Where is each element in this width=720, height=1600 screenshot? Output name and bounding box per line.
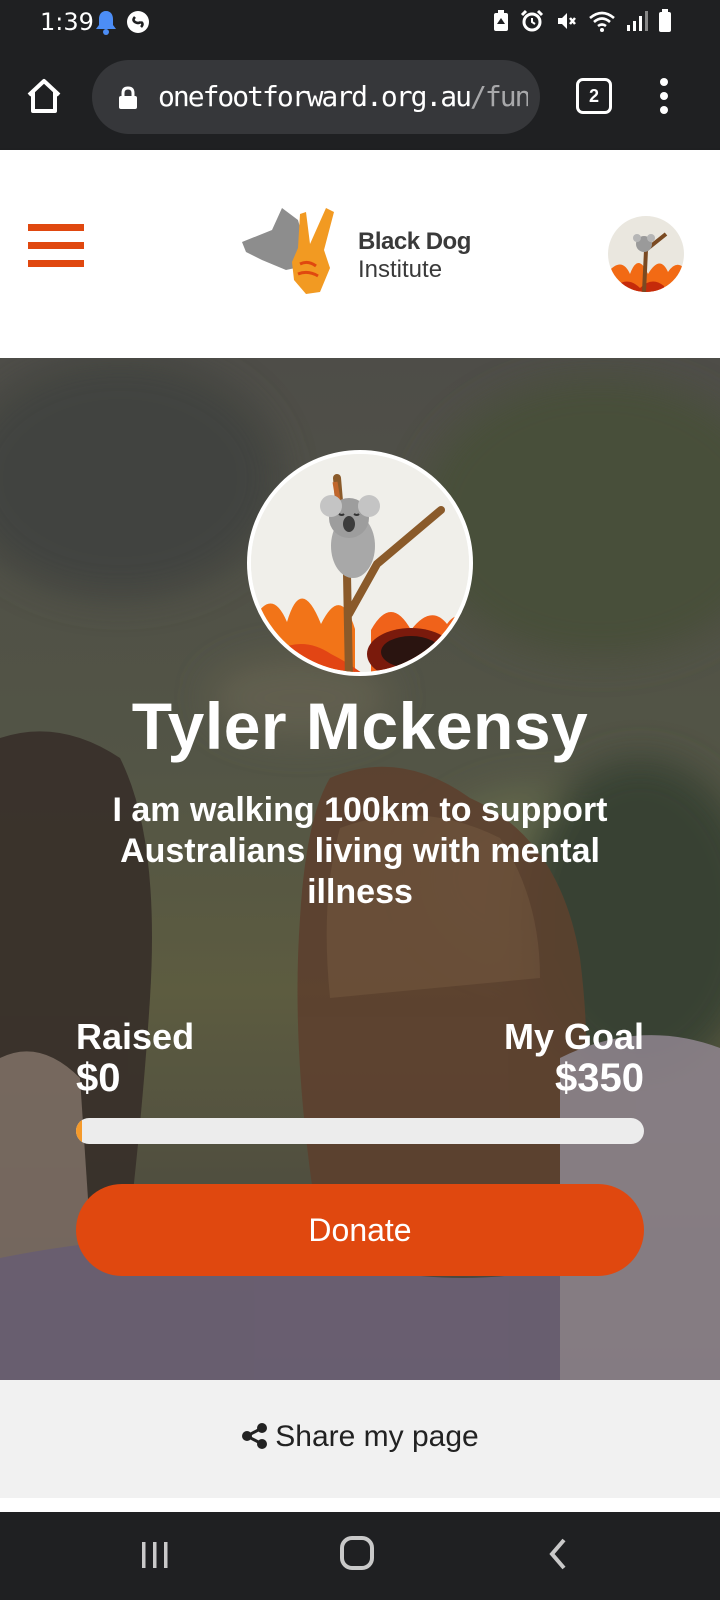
donate-button[interactable]: Donate — [76, 1184, 644, 1276]
black-dog-institute-logo[interactable]: Black Dog Institute — [242, 202, 482, 302]
share-bar: Share my page — [0, 1380, 720, 1498]
bell-icon — [96, 11, 116, 35]
status-time: 1:39 — [40, 8, 94, 36]
hamburger-menu-icon[interactable] — [28, 224, 84, 268]
share-icon — [242, 1423, 268, 1449]
tab-switcher-button[interactable]: 2 — [576, 78, 612, 114]
wifi-icon — [589, 11, 615, 32]
raised-amount: $0 — [76, 1056, 121, 1100]
goal-label: My Goal — [503, 1016, 644, 1057]
fundraising-progress-bar — [76, 1118, 644, 1144]
system-nav-bar — [0, 1512, 720, 1600]
url-path: /fund — [470, 80, 528, 113]
alarm-icon — [520, 9, 544, 32]
fundraiser-name: Tyler Mckensy — [131, 689, 589, 763]
address-bar[interactable]: onefootforward.org.au/fund — [92, 60, 540, 134]
page-footer-edge — [0, 1498, 720, 1512]
url-text: onefootforward.org.au/fund — [158, 80, 528, 113]
battery-saver-icon — [494, 10, 508, 31]
shazam-icon — [127, 11, 149, 33]
home-icon[interactable] — [24, 76, 64, 116]
logo-line-2: Institute — [358, 256, 443, 283]
dog-hand-logo-icon — [242, 208, 334, 294]
progress-fill — [76, 1118, 82, 1144]
logo-text: Black Dog Institute — [358, 228, 471, 284]
fundraiser-tagline: I am walking 100km to support Australian… — [112, 791, 608, 911]
goal-amount: $350 — [555, 1056, 644, 1100]
signal-icon — [627, 11, 648, 31]
mute-icon — [558, 13, 576, 29]
browser-toolbar: onefootforward.org.au/fund 2 — [0, 44, 720, 148]
overflow-menu-icon[interactable] — [658, 78, 670, 114]
status-right-icons — [492, 9, 672, 33]
back-icon[interactable] — [546, 1536, 570, 1572]
recent-apps-icon[interactable] — [140, 1538, 172, 1570]
home-nav-icon[interactable] — [340, 1536, 374, 1570]
share-label: Share my page — [275, 1420, 479, 1453]
status-left-icons — [94, 9, 150, 35]
hero-section: Tyler Mckensy I am walking 100km to supp… — [0, 358, 720, 1380]
status-bar: 1:39 — [0, 0, 720, 44]
site-header: Black Dog Institute — [0, 150, 720, 358]
url-domain: onefootforward.org.au — [158, 80, 472, 113]
logo-line-1: Black Dog — [358, 228, 471, 255]
battery-icon — [659, 9, 671, 32]
profile-photo — [247, 450, 473, 676]
raised-label: Raised — [76, 1016, 195, 1057]
header-avatar[interactable] — [608, 216, 684, 292]
lock-icon — [119, 86, 137, 109]
share-my-page-button[interactable]: Share my page — [0, 1420, 720, 1454]
